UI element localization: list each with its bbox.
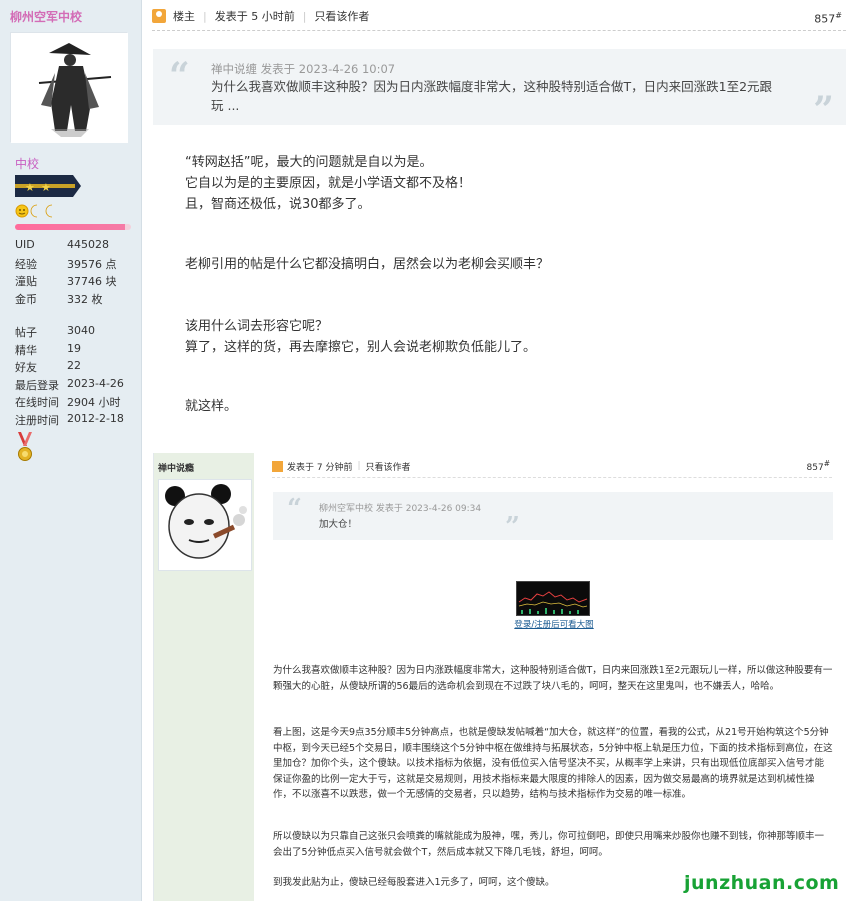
user-stats-top: UID 445028 经验 39576 点 潼贴 37746 块 金币 332 枚 [15,238,135,308]
separator: | [302,9,307,23]
site-watermark: junzhuan.com [684,872,840,894]
svg-text:★: ★ [41,181,51,194]
embed-paragraph: 所以傻缺以为只靠自己这张只会喷粪的嘴就能成为股神，嘿，秀儿，你可拉倒吧，即使只用… [273,831,825,858]
quote-close-icon: ” [505,512,520,542]
embed-username: 禅中说瘾 [158,464,195,474]
level-progress-fill [15,224,126,230]
user-sidebar: 柳州空军中校 中校 ★ ★ UID 445028 经验 39576 点 潼贴 3… [0,0,142,901]
floor-number[interactable]: 857# [814,7,842,26]
user-stats-bottom: 帖子 3040 精华 19 好友 22 最后登录 2023-4-26 在线时间 2904 … [15,324,135,429]
post-paragraph: 该用什么词去形容它呢？ 算了，这样的货，再去摩擦它，别人会说老柳欺负低能儿了。 [185,319,537,355]
separator: | [203,9,207,23]
post-paragraph: 就这样。 [185,399,238,414]
stock-chart-thumbnail [516,581,590,616]
embed-paragraph: 看上图，这是今天9点35分顺丰5分钟高点，也就是傻缺发帖喊着“加大仓，就这样”的… [273,727,833,800]
owner-icon [152,9,166,23]
panda-meme-icon [159,480,251,570]
quote-close-icon: ” [813,89,834,131]
stat-row: 帖子 3040 [15,324,95,339]
medal-icons[interactable] [15,432,35,467]
avatar[interactable] [10,32,128,143]
embed-post-header: 发表于 7 分钟前 | 只看该作者 857# [272,459,830,473]
stat-row: 最后登录 2023-4-26 [15,376,124,392]
quote-open-icon: “ [287,494,302,524]
embed-quote: “ 柳州空军中校 发表于 2023-4-26 09:34 加大仓！ ” [273,492,833,542]
post-time: 发表于 5 小时前 [214,10,295,23]
post-paragraph: 老柳引用的帖是什么它都没搞明白，居然会以为老柳会买顺丰？ [185,257,550,272]
embed-sidebar: 禅中说瘾 [154,453,254,901]
svg-text:★: ★ [25,181,35,194]
stat-row: 在线时间 2904 小时 [15,396,121,409]
embed-paragraph: 为什么我喜欢做顺丰这种股？因为日内涨跌幅度非常大，这种股特别适合做T，日内来回涨… [273,665,833,692]
embed-avatar [158,479,252,571]
stat-row: 金币 332 枚 [15,292,103,306]
embed-owner-icon [272,460,283,472]
quote-meta: 禅中说缠 发表于 2023-4-26 10:07 [211,62,396,76]
owner-label: 楼主 [173,10,195,23]
author-username[interactable]: 柳州空军中校 [10,8,82,25]
embedded-screenshot[interactable]: 禅中说瘾 发表于 7 分钟前 | 只看该作者 857# “ 柳州空军中校 发表于 [153,453,846,901]
post-paragraph: “转网赵括”呢，最大的问题就是自以为是。 它自以为是的主要原因，就是小学语文都不… [185,155,472,212]
medal-icon [18,432,32,461]
user-rank[interactable]: 中校 [15,155,39,172]
only-author-link[interactable]: 只看该作者 [314,8,369,24]
rank-badge-icon: ★ ★ [15,175,81,197]
embed-floor-number: 857# [806,459,830,473]
level-progress-bar [15,224,131,230]
post-header: 楼主 | 发表于 5 小时前 | 只看该作者 857# [152,6,842,26]
level-moons-icon [15,204,61,222]
stat-row: 注册时间 2012-2-18 [15,411,124,427]
quote-text: 为什么我喜欢做顺丰这种股？因为日内涨跌幅度非常大，这种股特别适合做T，日内来回涨… [211,79,773,113]
stat-row: 精华 19 [15,341,81,357]
quote-block: “ 禅中说缠 发表于 2023-4-26 10:07 为什么我喜欢做顺丰这种股？… [153,49,846,131]
stat-row: 经验 39576 点 [15,257,117,271]
quote-open-icon: “ [169,55,190,97]
stat-row: 好友 22 [15,359,81,374]
stat-row: 潼贴 37746 块 [15,275,117,288]
header-divider [152,30,846,31]
view-large-image-link: 登录/注册后可看大图 [514,620,594,630]
samurai-avatar-image [11,33,128,143]
stat-row: UID 445028 [15,238,109,251]
